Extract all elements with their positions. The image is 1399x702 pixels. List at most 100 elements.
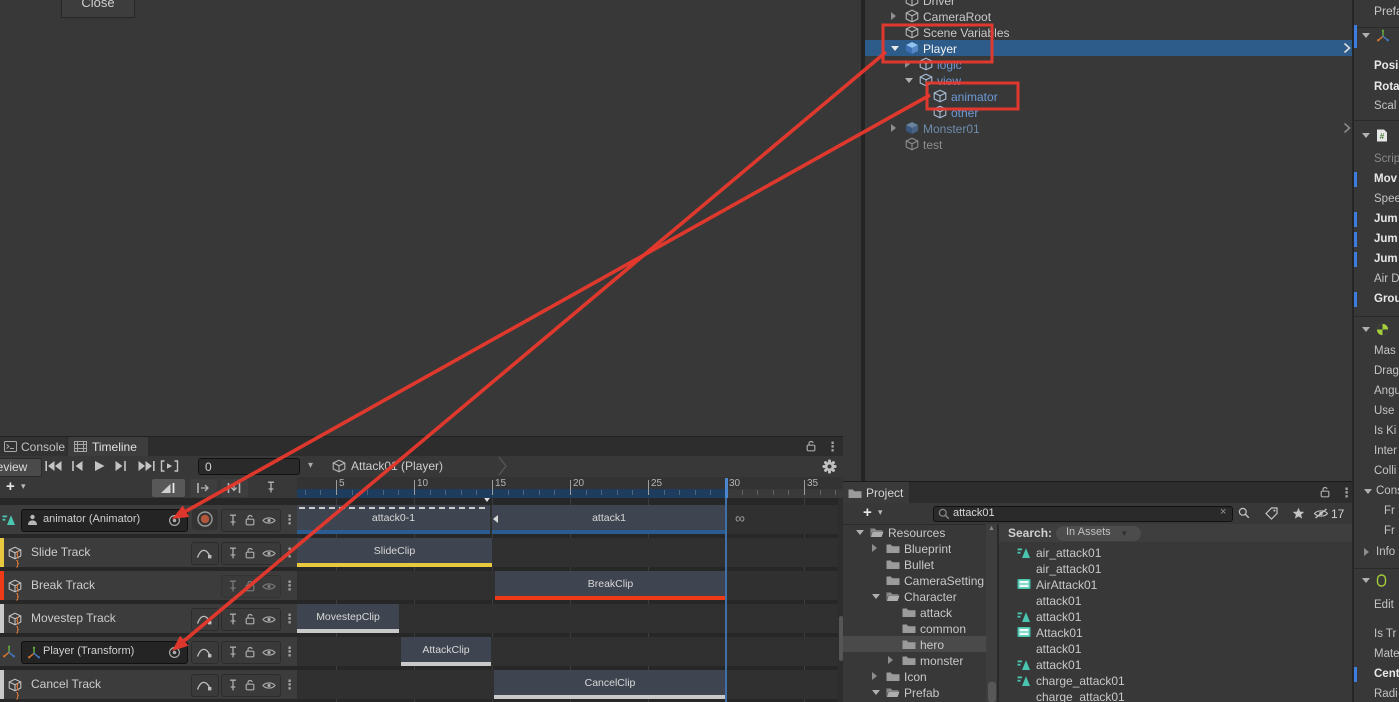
tree-folder-row[interactable]: Prefab: [843, 684, 986, 700]
tree-folder-row[interactable]: hero: [843, 636, 986, 652]
tree-folder-row[interactable]: Bullet: [843, 556, 986, 572]
mute-eye-icon[interactable]: [262, 681, 276, 690]
skip-start-button[interactable]: [44, 460, 62, 472]
lock-track-icon[interactable]: [245, 613, 255, 625]
timeline-scrollbar-thumb[interactable]: [839, 616, 843, 661]
foldout-expanded-icon[interactable]: [891, 46, 899, 51]
search-result-row[interactable]: air_attack01: [999, 560, 1352, 576]
foldout-collapsed-icon[interactable]: [891, 124, 896, 132]
track-binding-field[interactable]: animator (Animator): [21, 509, 188, 532]
mute-eye-icon[interactable]: [262, 516, 276, 525]
foldout-expanded-icon[interactable]: [856, 530, 864, 535]
pin-track-icon[interactable]: [228, 580, 238, 592]
play-button[interactable]: [93, 460, 106, 472]
hidden-results-indicator[interactable]: 17: [1313, 506, 1349, 521]
track-header[interactable]: { }Break Track⋮: [0, 571, 297, 600]
menu-dots-icon[interactable]: ⋮: [1340, 486, 1352, 499]
track-menu-dots-icon[interactable]: ⋮: [283, 612, 296, 625]
timeline-clip[interactable]: attack1: [492, 505, 726, 534]
hierarchy-row[interactable]: Monster01: [865, 120, 1352, 136]
timeline-clip[interactable]: BreakClip: [495, 571, 726, 600]
hierarchy-row[interactable]: CameraRoot: [865, 8, 1352, 24]
foldout-expanded-icon[interactable]: [872, 594, 880, 599]
lock-track-icon[interactable]: [245, 646, 255, 658]
favorites-star-icon[interactable]: [1292, 507, 1305, 520]
search-result-row[interactable]: attack01: [999, 608, 1352, 624]
lock-track-icon[interactable]: [245, 580, 255, 592]
track-header[interactable]: { }Cancel Track⋮: [0, 670, 297, 699]
menu-dots-icon[interactable]: ⋮: [826, 440, 839, 453]
timeline-clip[interactable]: CancelClip: [494, 670, 726, 699]
curves-toggle-button[interactable]: [191, 674, 219, 697]
tree-folder-row[interactable]: attack: [843, 604, 986, 620]
clear-search-icon[interactable]: ×: [1220, 506, 1226, 518]
foldout-expanded-icon[interactable]: [905, 78, 913, 83]
next-frame-button[interactable]: [114, 460, 128, 472]
pin-track-icon[interactable]: [228, 613, 238, 625]
track-menu-dots-icon[interactable]: ⋮: [283, 645, 296, 658]
pin-track-icon[interactable]: [228, 547, 238, 559]
object-picker-target-icon[interactable]: [168, 646, 181, 659]
track-menu-dots-icon[interactable]: ⋮: [283, 513, 296, 526]
search-result-row[interactable]: Attack01: [999, 624, 1352, 640]
track-menu-dots-icon[interactable]: ⋮: [283, 579, 296, 592]
tab-project[interactable]: Project: [843, 482, 909, 503]
tree-folder-row[interactable]: Icon: [843, 668, 986, 684]
search-result-row[interactable]: AirAttack01: [999, 576, 1352, 592]
tree-folder-row[interactable]: CameraSetting: [843, 572, 986, 588]
unlock-icon[interactable]: [1320, 486, 1330, 498]
lock-track-icon[interactable]: [245, 679, 255, 691]
add-track-button[interactable]: +▾: [4, 478, 38, 496]
hierarchy-row[interactable]: Driver: [865, 0, 1352, 8]
curves-toggle-button[interactable]: [191, 641, 219, 664]
mute-eye-icon[interactable]: [262, 648, 276, 657]
prefab-open-chevron-icon[interactable]: [1343, 42, 1351, 54]
hierarchy-row[interactable]: logic: [865, 56, 1352, 72]
foldout-collapsed-icon[interactable]: [888, 656, 893, 664]
track-header[interactable]: animator (Animator) ⋮: [0, 505, 297, 534]
tree-folder-row[interactable]: monster: [843, 652, 986, 668]
preview-button[interactable]: Preview: [0, 458, 42, 477]
tree-folder-row[interactable]: Character: [843, 588, 986, 604]
hierarchy-row[interactable]: Scene Variables: [865, 24, 1352, 40]
frame-field[interactable]: 0: [198, 458, 300, 475]
record-button[interactable]: [192, 509, 218, 530]
add-asset-button[interactable]: +▾: [861, 504, 895, 522]
hierarchy-row[interactable]: Player: [865, 40, 1352, 56]
property-foldout-collapsed-icon[interactable]: [1364, 548, 1369, 556]
search-by-label-tag-icon[interactable]: [1265, 507, 1278, 520]
search-result-row[interactable]: attack01: [999, 656, 1352, 672]
curves-toggle-button[interactable]: [191, 608, 219, 631]
foldout-collapsed-icon[interactable]: [872, 544, 877, 552]
mute-eye-icon[interactable]: [262, 615, 276, 624]
tree-folder-row[interactable]: common: [843, 620, 986, 636]
search-result-row[interactable]: attack01: [999, 592, 1352, 608]
unlock-icon[interactable]: [806, 440, 816, 452]
search-by-type-icon[interactable]: [1238, 507, 1250, 519]
search-result-row[interactable]: attack01: [999, 640, 1352, 656]
track-header[interactable]: { }Movestep Track⋮: [0, 604, 297, 633]
hierarchy-row[interactable]: view: [865, 72, 1352, 88]
timeline-ruler[interactable]: 5101520253035: [297, 477, 843, 498]
clip-edit-mode-mix-button[interactable]: [152, 479, 185, 497]
search-field[interactable]: attack01×: [933, 506, 1233, 522]
tree-scrollbar-thumb[interactable]: [988, 682, 996, 702]
hierarchy-row[interactable]: other: [865, 104, 1352, 120]
timeline-clip[interactable]: attack0-1: [297, 505, 490, 534]
tab-console[interactable]: Console: [0, 437, 66, 456]
curves-toggle-button[interactable]: [191, 542, 219, 565]
timeline-clip[interactable]: SlideClip: [297, 538, 492, 567]
hierarchy-row[interactable]: animator: [865, 88, 1352, 104]
play-range-button[interactable]: [160, 460, 179, 472]
tab-timeline[interactable]: Timeline: [68, 437, 148, 456]
track-menu-dots-icon[interactable]: ⋮: [283, 678, 296, 691]
mute-eye-icon[interactable]: [262, 549, 276, 558]
timeline-clip[interactable]: MovestepClip: [297, 604, 399, 633]
clip-edit-mode-ripple-button[interactable]: [190, 479, 217, 497]
lock-track-icon[interactable]: [245, 514, 255, 526]
tree-folder-row[interactable]: Blueprint: [843, 540, 986, 556]
lock-track-icon[interactable]: [245, 547, 255, 559]
component-foldout-expanded-icon[interactable]: [1362, 133, 1370, 138]
pin-track-icon[interactable]: [228, 514, 238, 526]
timeline-clip[interactable]: AttackClip: [401, 637, 491, 666]
